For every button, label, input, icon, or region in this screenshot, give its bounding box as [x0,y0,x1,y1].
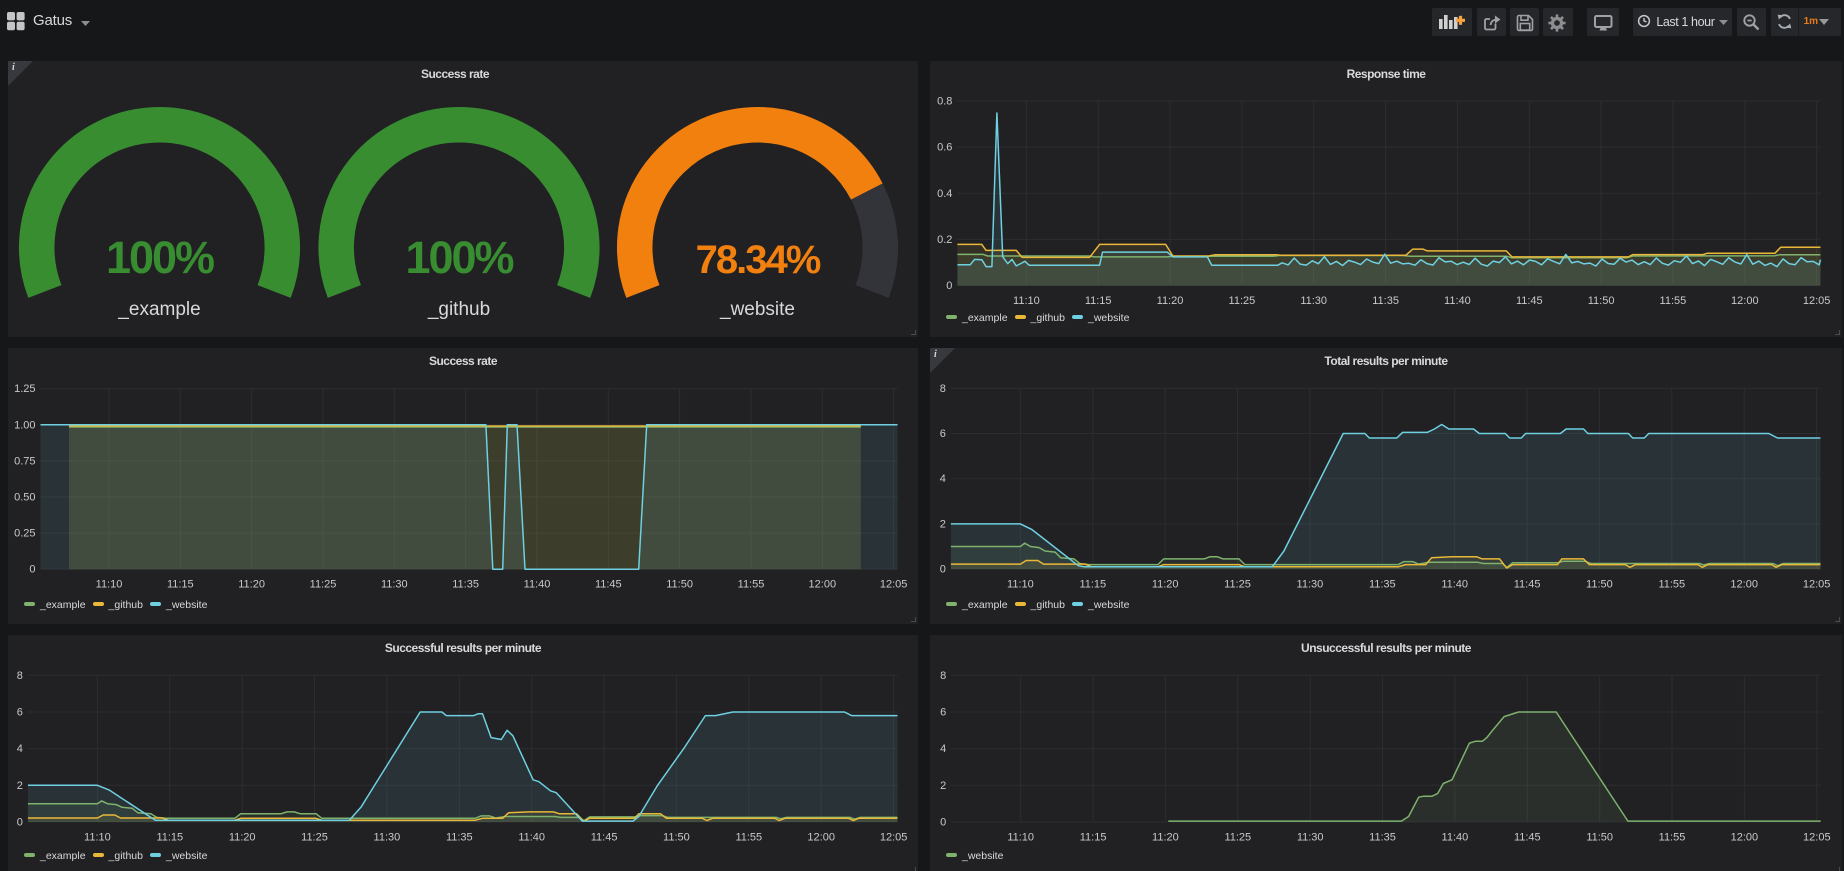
svg-text:11:30: 11:30 [1300,295,1327,307]
svg-text:11:15: 11:15 [1080,831,1107,843]
svg-text:11:20: 11:20 [229,831,256,843]
svg-text:12:05: 12:05 [880,579,908,591]
svg-text:8: 8 [940,670,946,682]
svg-text:11:20: 11:20 [1152,579,1179,591]
svg-text:12:05: 12:05 [1803,295,1831,307]
svg-text:0.8: 0.8 [937,96,952,108]
svg-text:11:55: 11:55 [738,579,765,591]
svg-text:11:20: 11:20 [1157,295,1184,307]
svg-text:11:50: 11:50 [1586,579,1613,591]
svg-text:0.25: 0.25 [14,528,35,540]
svg-text:11:40: 11:40 [1442,831,1469,843]
svg-text:11:15: 11:15 [167,579,194,591]
svg-text:100%: 100% [405,232,513,283]
svg-text:11:45: 11:45 [1516,295,1543,307]
svg-text:11:45: 11:45 [595,579,622,591]
svg-text:12:00: 12:00 [1730,579,1758,591]
svg-text:11:25: 11:25 [1224,579,1251,591]
svg-text:11:10: 11:10 [1013,295,1040,307]
svg-text:11:55: 11:55 [1660,295,1687,307]
svg-text:4: 4 [17,743,23,755]
svg-text:11:35: 11:35 [1369,831,1396,843]
svg-text:11:30: 11:30 [1297,831,1324,843]
svg-text:12:05: 12:05 [1803,579,1831,591]
svg-text:11:15: 11:15 [1085,295,1112,307]
svg-text:0: 0 [29,564,35,576]
svg-text:78.34%: 78.34% [696,238,821,282]
svg-text:11:40: 11:40 [524,579,551,591]
svg-text:0: 0 [940,564,946,576]
svg-text:12:00: 12:00 [1731,831,1759,843]
svg-text:11:35: 11:35 [452,579,479,591]
svg-text:0.50: 0.50 [14,492,35,504]
svg-text:11:45: 11:45 [1514,579,1541,591]
svg-text:11:25: 11:25 [301,831,328,843]
svg-text:1.25: 1.25 [14,383,35,395]
svg-text:11:35: 11:35 [1372,295,1399,307]
svg-text:12:05: 12:05 [880,831,908,843]
svg-text:11:45: 11:45 [591,831,618,843]
svg-text:0.2: 0.2 [937,234,952,246]
svg-text:0.6: 0.6 [937,142,952,154]
svg-text:1.00: 1.00 [14,419,35,431]
svg-text:11:50: 11:50 [1586,831,1613,843]
svg-text:12:05: 12:05 [1803,831,1831,843]
svg-text:6: 6 [940,707,946,719]
svg-text:0: 0 [946,280,952,292]
svg-text:11:30: 11:30 [381,579,408,591]
svg-text:8: 8 [940,383,946,395]
svg-text:12:00: 12:00 [809,579,837,591]
svg-text:11:50: 11:50 [663,831,690,843]
svg-text:4: 4 [940,473,946,485]
svg-text:11:40: 11:40 [1441,579,1468,591]
svg-text:11:10: 11:10 [1007,579,1034,591]
svg-text:11:30: 11:30 [374,831,401,843]
svg-text:100%: 100% [106,232,214,283]
svg-text:11:55: 11:55 [1658,579,1685,591]
svg-text:11:10: 11:10 [96,579,123,591]
svg-text:0: 0 [940,817,946,829]
svg-text:11:50: 11:50 [666,579,693,591]
svg-text:4: 4 [940,743,946,755]
svg-text:11:45: 11:45 [1514,831,1541,843]
svg-text:2: 2 [17,780,23,792]
svg-text:2: 2 [940,518,946,530]
svg-text:6: 6 [17,707,23,719]
svg-text:11:25: 11:25 [1229,295,1256,307]
svg-text:0.75: 0.75 [14,455,35,467]
svg-text:11:35: 11:35 [1369,579,1396,591]
svg-text:11:40: 11:40 [1444,295,1471,307]
svg-text:11:55: 11:55 [735,831,762,843]
svg-text:11:35: 11:35 [446,831,473,843]
svg-text:11:30: 11:30 [1297,579,1324,591]
svg-text:11:15: 11:15 [156,831,183,843]
svg-text:11:55: 11:55 [1659,831,1686,843]
svg-text:12:00: 12:00 [807,831,835,843]
svg-text:11:25: 11:25 [1224,831,1251,843]
svg-text:11:10: 11:10 [1007,831,1034,843]
svg-text:11:20: 11:20 [1152,831,1179,843]
svg-text:11:25: 11:25 [310,579,337,591]
svg-text:0: 0 [17,817,23,829]
svg-text:11:10: 11:10 [84,831,111,843]
svg-text:11:20: 11:20 [238,579,265,591]
svg-text:12:00: 12:00 [1731,295,1759,307]
svg-text:6: 6 [940,428,946,440]
svg-text:11:50: 11:50 [1588,295,1615,307]
svg-text:0.4: 0.4 [937,188,952,200]
svg-text:11:15: 11:15 [1079,579,1106,591]
svg-text:11:40: 11:40 [518,831,545,843]
svg-text:2: 2 [940,780,946,792]
svg-text:8: 8 [17,670,23,682]
